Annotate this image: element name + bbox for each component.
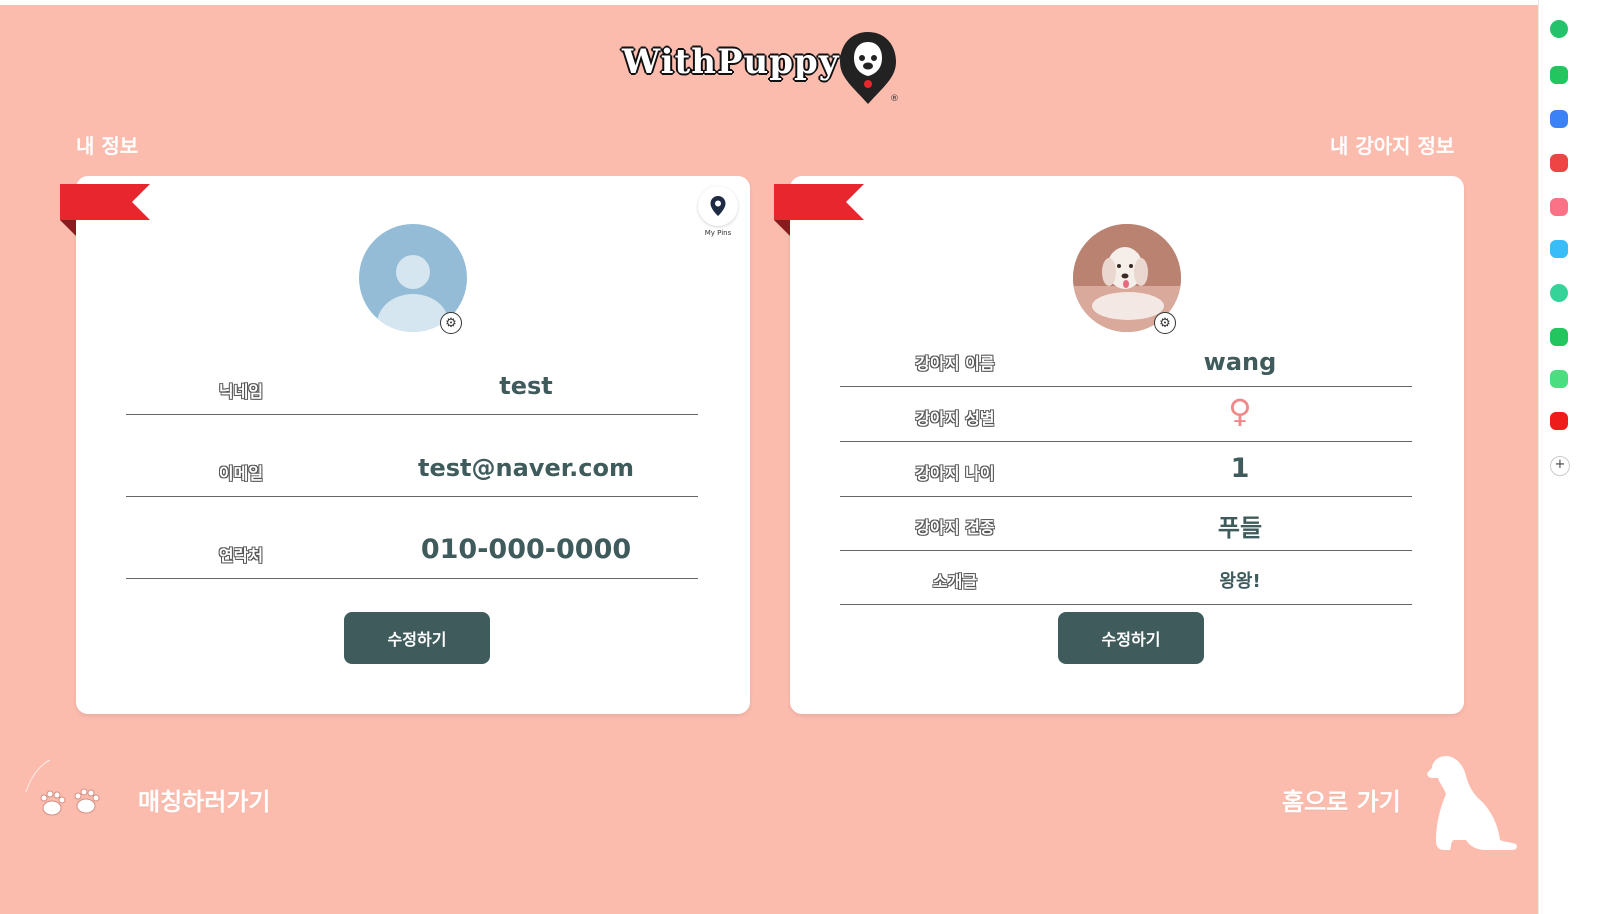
dog-breed-label: 강아지 견종 bbox=[915, 518, 995, 537]
logo-text: WithPuppy bbox=[622, 42, 840, 82]
browser-side-rail bbox=[1538, 0, 1600, 914]
dog-name-label: 강아지 이름 bbox=[915, 354, 995, 373]
rail-add-icon[interactable]: + bbox=[1550, 456, 1570, 476]
dog-info-card: ⚙ 강아지 이름 wang 강아지 성별 ♀ 강아지 나이 1 강아지 견종 푸… bbox=[774, 176, 1464, 714]
email-row: 이메일 test@naver.com bbox=[126, 414, 698, 497]
registered-mark: ® bbox=[890, 94, 899, 104]
paw-prints-icon[interactable] bbox=[22, 758, 112, 828]
dog-silhouette-icon[interactable] bbox=[1424, 754, 1520, 854]
matching-link[interactable]: 매칭하러가기 bbox=[138, 782, 270, 817]
dog-breed-row: 강아지 견종 푸들 bbox=[840, 496, 1412, 551]
dog-name-value: wang bbox=[1203, 348, 1277, 376]
phone-row: 연락처 010-000-0000 bbox=[126, 496, 698, 579]
dog-breed-value: 푸들 bbox=[1217, 514, 1263, 542]
my-pins-label: My Pins bbox=[704, 229, 732, 237]
logo[interactable]: WithPuppy ® bbox=[622, 28, 912, 108]
dog-age-value: 1 bbox=[1230, 453, 1250, 484]
rail-notification-icon[interactable] bbox=[1550, 66, 1568, 84]
rail-calendar-icon[interactable] bbox=[1550, 110, 1568, 128]
my-info-card: My Pins ⚙ 닉네임 test 이메일 test@naver.com 연락… bbox=[60, 176, 750, 714]
dog-name-row: 강아지 이름 wang bbox=[840, 336, 1412, 387]
rail-pocket-icon[interactable] bbox=[1550, 154, 1568, 172]
phone-value: 010-000-0000 bbox=[420, 534, 632, 565]
rail-notes-icon[interactable] bbox=[1550, 370, 1568, 388]
gear-icon: ⚙ bbox=[445, 315, 457, 331]
female-icon: ♀ bbox=[1228, 392, 1252, 430]
pins-circle bbox=[698, 186, 738, 226]
dog-gender-row: 강아지 성별 ♀ bbox=[840, 386, 1412, 442]
rail-webtoon-icon[interactable] bbox=[1550, 328, 1568, 346]
dog-intro-value: 왕왕! bbox=[1219, 571, 1261, 592]
rail-play-icon[interactable] bbox=[1550, 284, 1568, 302]
rail-app-icon[interactable] bbox=[1550, 20, 1568, 38]
nickname-row: 닉네임 test bbox=[126, 356, 698, 415]
my-pins-button[interactable]: My Pins bbox=[696, 186, 740, 242]
ribbon-decoration bbox=[774, 184, 864, 236]
map-pin-icon bbox=[710, 196, 726, 216]
avatar-settings-button[interactable]: ⚙ bbox=[440, 312, 462, 334]
rail-translate-icon[interactable] bbox=[1550, 240, 1568, 258]
dog-gender-label: 강아지 성별 bbox=[915, 409, 995, 428]
edit-dog-info-button[interactable]: 수정하기 bbox=[1058, 612, 1204, 664]
rail-now-icon[interactable] bbox=[1550, 412, 1568, 430]
gear-icon: ⚙ bbox=[1159, 315, 1171, 331]
my-info-title: 내 정보 bbox=[76, 134, 139, 158]
dog-avatar-settings-button[interactable]: ⚙ bbox=[1154, 312, 1176, 334]
ribbon-decoration bbox=[60, 184, 150, 236]
home-link[interactable]: 홈으로 가기 bbox=[1282, 782, 1401, 817]
dog-info-title: 내 강아지 정보 bbox=[1330, 134, 1455, 158]
nickname-label: 닉네임 bbox=[218, 382, 264, 401]
dog-age-row: 강아지 나이 1 bbox=[840, 441, 1412, 497]
dog-intro-label: 소개글 bbox=[932, 572, 978, 591]
edit-my-info-button[interactable]: 수정하기 bbox=[344, 612, 490, 664]
nickname-value: test bbox=[499, 372, 553, 400]
phone-label: 연락처 bbox=[218, 546, 264, 565]
rail-bookmark-icon[interactable] bbox=[1550, 198, 1568, 216]
email-label: 이메일 bbox=[218, 464, 264, 483]
dog-intro-row: 소개글 왕왕! bbox=[840, 550, 1412, 605]
email-value: test@naver.com bbox=[418, 454, 634, 482]
dog-age-label: 강아지 나이 bbox=[915, 464, 995, 483]
